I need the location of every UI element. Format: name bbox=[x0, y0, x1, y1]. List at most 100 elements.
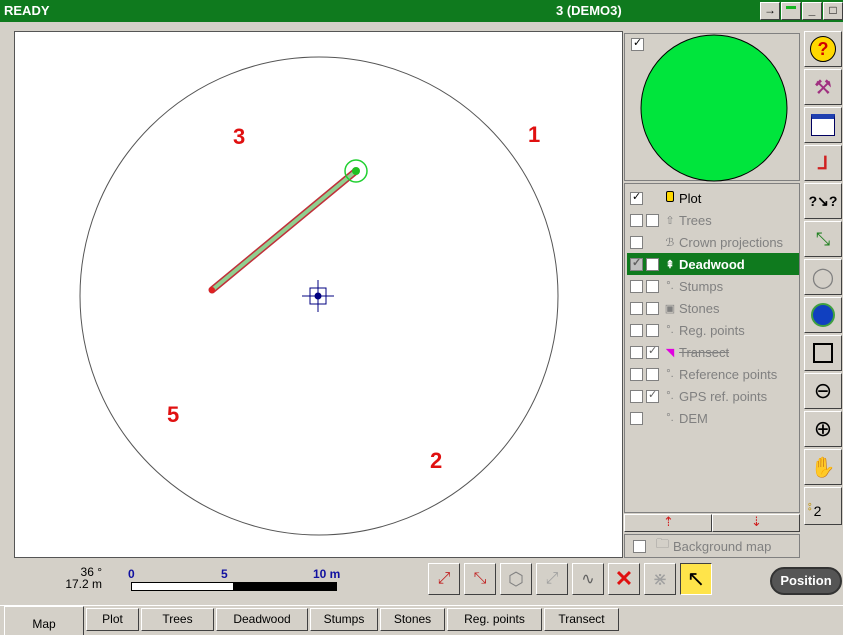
tools-icon: ⚒ bbox=[814, 76, 832, 99]
globe-icon bbox=[811, 303, 835, 327]
calendar-icon bbox=[811, 114, 835, 136]
log-end-point[interactable] bbox=[352, 167, 360, 175]
tab-deadwood[interactable]: Deadwood bbox=[216, 608, 308, 631]
polygon-button[interactable]: ⬡ bbox=[500, 563, 532, 595]
select-button[interactable]: ↖ bbox=[680, 563, 712, 595]
tab-transect[interactable]: Transect bbox=[544, 608, 619, 631]
background-map-checkbox[interactable] bbox=[633, 539, 646, 553]
layer-row-plot[interactable]: Plot bbox=[627, 187, 799, 209]
zoom-out-button[interactable]: ⊖ bbox=[804, 373, 842, 409]
layer-visible-checkbox[interactable] bbox=[646, 257, 659, 271]
background-map-row[interactable]: 🗀 Background map bbox=[624, 534, 800, 558]
layer-row-gps-ref-points[interactable]: °. GPS ref. points bbox=[627, 385, 799, 407]
draw-line-button[interactable]: ⤢ bbox=[428, 563, 460, 595]
layer-checkbox[interactable] bbox=[630, 279, 643, 293]
layer-label: Reference points bbox=[679, 366, 778, 382]
layer-checkbox[interactable] bbox=[630, 367, 643, 381]
layer-visible-checkbox[interactable] bbox=[646, 213, 659, 227]
maximize-button[interactable]: □ bbox=[823, 2, 843, 20]
layer-visible-checkbox[interactable] bbox=[646, 323, 659, 337]
tab-plot[interactable]: Plot bbox=[86, 608, 139, 631]
help-button[interactable]: ? bbox=[804, 31, 842, 67]
tree-icon: ⇧ bbox=[665, 214, 675, 227]
arrow-right-icon[interactable]: → bbox=[760, 2, 780, 20]
scale-bar bbox=[131, 582, 337, 591]
tab-stumps[interactable]: Stumps bbox=[310, 608, 378, 631]
query-button[interactable]: ?↘? bbox=[804, 183, 842, 219]
layer-label: Trees bbox=[679, 212, 712, 228]
layer-row-reference-points[interactable]: °. Reference points bbox=[627, 363, 799, 385]
layer-checkbox[interactable] bbox=[630, 235, 643, 249]
title-bar: READY 3 (DEMO3) → _ □ bbox=[0, 0, 843, 22]
layer-label: Transect bbox=[679, 344, 730, 360]
edit-line-icon: ⤡ bbox=[473, 570, 487, 587]
layer-row-deadwood[interactable]: ⇞ Deadwood bbox=[627, 253, 799, 275]
layer-label: Reg. points bbox=[679, 322, 745, 338]
layer-visible-checkbox[interactable] bbox=[646, 279, 659, 293]
tab-stones[interactable]: Stones bbox=[380, 608, 445, 631]
deadwood-log[interactable] bbox=[210, 169, 358, 292]
globe-button[interactable] bbox=[804, 297, 842, 333]
pin-icon: ⦂ bbox=[808, 498, 812, 513]
hand-icon: ✋ bbox=[810, 456, 836, 479]
layer-checkbox[interactable] bbox=[630, 256, 643, 271]
calendar-button[interactable] bbox=[804, 107, 842, 143]
layer-checkbox[interactable] bbox=[630, 411, 643, 425]
layer-visible-checkbox[interactable] bbox=[646, 301, 659, 315]
split-button[interactable]: ⤢ bbox=[536, 563, 568, 595]
cursor-arrow-icon: ↖ bbox=[686, 566, 706, 591]
layer-checkbox[interactable] bbox=[630, 190, 643, 205]
measure-button[interactable]: ⤡ bbox=[804, 221, 842, 257]
curve-button[interactable]: ∿ bbox=[572, 563, 604, 595]
map-canvas[interactable]: 3 1 5 2 bbox=[14, 31, 623, 558]
edit-line-button[interactable]: ⤡ bbox=[464, 563, 496, 595]
layer-row-stones[interactable]: ▣ Stones bbox=[627, 297, 799, 319]
point-icon: °. bbox=[666, 368, 674, 380]
layer-row-transect[interactable]: ◥ Transect bbox=[627, 341, 799, 363]
log-start-point[interactable] bbox=[209, 287, 215, 293]
delete-all-button[interactable]: ⋇ bbox=[644, 563, 676, 595]
point-icon: °. bbox=[666, 412, 674, 424]
scale-end-label: 10 m bbox=[313, 567, 341, 581]
tab-reg-points[interactable]: Reg. points bbox=[447, 608, 542, 631]
point-icon: °. bbox=[666, 390, 674, 402]
position-button[interactable]: Position bbox=[770, 567, 842, 595]
layer-checkbox[interactable] bbox=[630, 323, 643, 337]
status-text: READY bbox=[4, 3, 50, 18]
overview-map[interactable] bbox=[624, 33, 800, 182]
layer-checkbox[interactable] bbox=[630, 345, 643, 359]
outline-button[interactable]: ◯ bbox=[804, 259, 842, 295]
tools-button[interactable]: ⚒ bbox=[804, 69, 842, 105]
minimize-button[interactable]: _ bbox=[802, 2, 822, 20]
counter-value: 2 bbox=[813, 503, 822, 519]
layer-row-stumps[interactable]: °. Stumps bbox=[627, 275, 799, 297]
zoom-extent-button[interactable] bbox=[804, 335, 842, 371]
layer-checkbox[interactable] bbox=[630, 301, 643, 315]
plot-center-crosshair bbox=[302, 280, 334, 312]
layer-visible-checkbox[interactable] bbox=[646, 367, 659, 381]
layer-row-crown-projections[interactable]: ℬ Crown projections bbox=[627, 231, 799, 253]
delete-button[interactable]: ✕ bbox=[608, 563, 640, 595]
split-icon: ⤢ bbox=[545, 570, 559, 587]
zoom-in-button[interactable]: ⊕ bbox=[804, 411, 842, 447]
zoom-out-icon: ⊖ bbox=[813, 378, 833, 403]
layer-row-trees[interactable]: ⇧ Trees bbox=[627, 209, 799, 231]
delete-all-icon: ⋇ bbox=[652, 568, 668, 589]
layer-row-reg-points[interactable]: °. Reg. points bbox=[627, 319, 799, 341]
layer-checkbox[interactable] bbox=[630, 213, 643, 227]
counter-button[interactable]: ⦂ 2 bbox=[804, 487, 842, 525]
move-layer-down-button[interactable]: ⇣ bbox=[712, 514, 800, 532]
green-bar-icon[interactable] bbox=[781, 2, 801, 20]
tab-trees[interactable]: Trees bbox=[141, 608, 214, 631]
layer-checkbox[interactable] bbox=[630, 389, 643, 403]
layer-row-dem[interactable]: °. DEM bbox=[627, 407, 799, 429]
layer-visible-checkbox[interactable] bbox=[646, 344, 659, 359]
sector-label: 5 bbox=[167, 402, 180, 427]
route-button[interactable]: ⅃ bbox=[804, 145, 842, 181]
bottom-toolbar: 36 ° 17.2 m 0 5 10 m ⤢ ⤡ ⬡ ⤢ ∿ ✕ ⋇ ↖ Pos… bbox=[0, 560, 843, 604]
pan-button[interactable]: ✋ bbox=[804, 449, 842, 485]
move-layer-up-button[interactable]: ⇡ bbox=[624, 514, 712, 532]
overview-plot-circle bbox=[640, 34, 788, 182]
layer-visible-checkbox[interactable] bbox=[646, 388, 659, 403]
tab-map[interactable]: Map bbox=[4, 606, 84, 635]
